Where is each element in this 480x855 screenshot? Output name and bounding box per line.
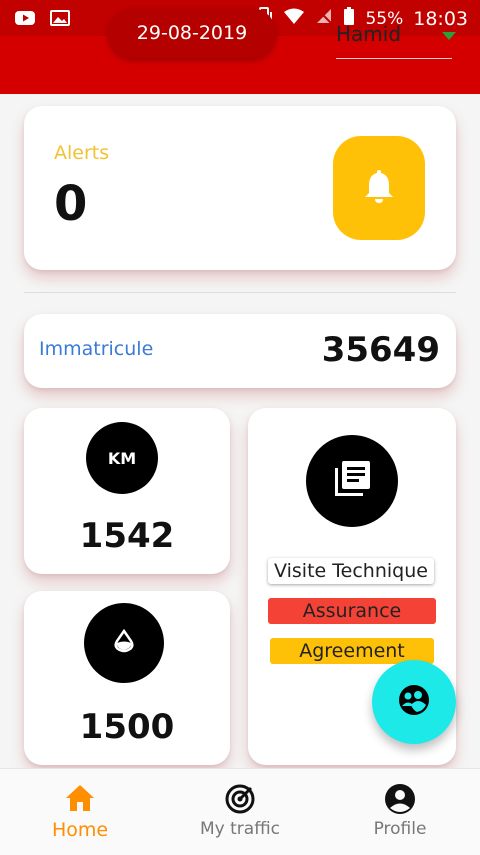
- documents-badge: [306, 435, 398, 527]
- bottom-navigation: Home My traffic Profile: [0, 768, 480, 855]
- no-signal-icon: [315, 7, 333, 30]
- alerts-button[interactable]: [333, 136, 425, 240]
- support-fab-button[interactable]: [372, 660, 456, 744]
- immatricule-value: 35649: [321, 330, 440, 370]
- fuel-value: 1500: [79, 707, 175, 747]
- user-dropdown[interactable]: Hamid: [336, 14, 456, 59]
- km-card[interactable]: KM 1542: [24, 408, 230, 574]
- radar-icon: [224, 783, 256, 819]
- fuel-badge: [84, 603, 164, 683]
- date-label: 29-08-2019: [136, 22, 248, 44]
- immatricule-card: Immatricule 35649: [24, 314, 456, 388]
- wifi-icon: [283, 7, 305, 30]
- nav-my-traffic-label: My traffic: [200, 819, 280, 839]
- km-value: 1542: [79, 516, 175, 556]
- alerts-label: Alerts: [54, 142, 110, 164]
- fuel-card[interactable]: 1500: [24, 591, 230, 765]
- nav-my-traffic[interactable]: My traffic: [160, 769, 320, 855]
- nav-profile-label: Profile: [373, 819, 427, 839]
- alerts-card[interactable]: Alerts 0: [24, 106, 456, 270]
- account-circle-icon: [384, 783, 416, 819]
- user-name: Hamid: [336, 22, 402, 46]
- home-icon: [64, 783, 96, 817]
- section-divider: [24, 292, 456, 293]
- youtube-icon: [14, 9, 36, 31]
- bell-icon: [362, 167, 396, 209]
- library-books-icon: [331, 458, 373, 504]
- km-badge-label: KM: [107, 448, 137, 468]
- assurance-tag[interactable]: Assurance: [268, 598, 436, 624]
- group-icon: [397, 683, 431, 721]
- gallery-icon: [50, 9, 70, 31]
- drop-icon: [113, 628, 135, 657]
- nav-home[interactable]: Home: [0, 769, 160, 855]
- nav-profile[interactable]: Profile: [320, 769, 480, 855]
- km-badge: KM: [86, 422, 158, 494]
- dropdown-arrow-icon: [442, 32, 456, 40]
- nav-home-label: Home: [51, 819, 109, 841]
- date-pill[interactable]: 29-08-2019: [108, 8, 276, 58]
- visite-technique-tag[interactable]: Visite Technique: [268, 558, 434, 584]
- alerts-count: 0: [54, 176, 88, 232]
- immatricule-label: Immatricule: [39, 338, 154, 360]
